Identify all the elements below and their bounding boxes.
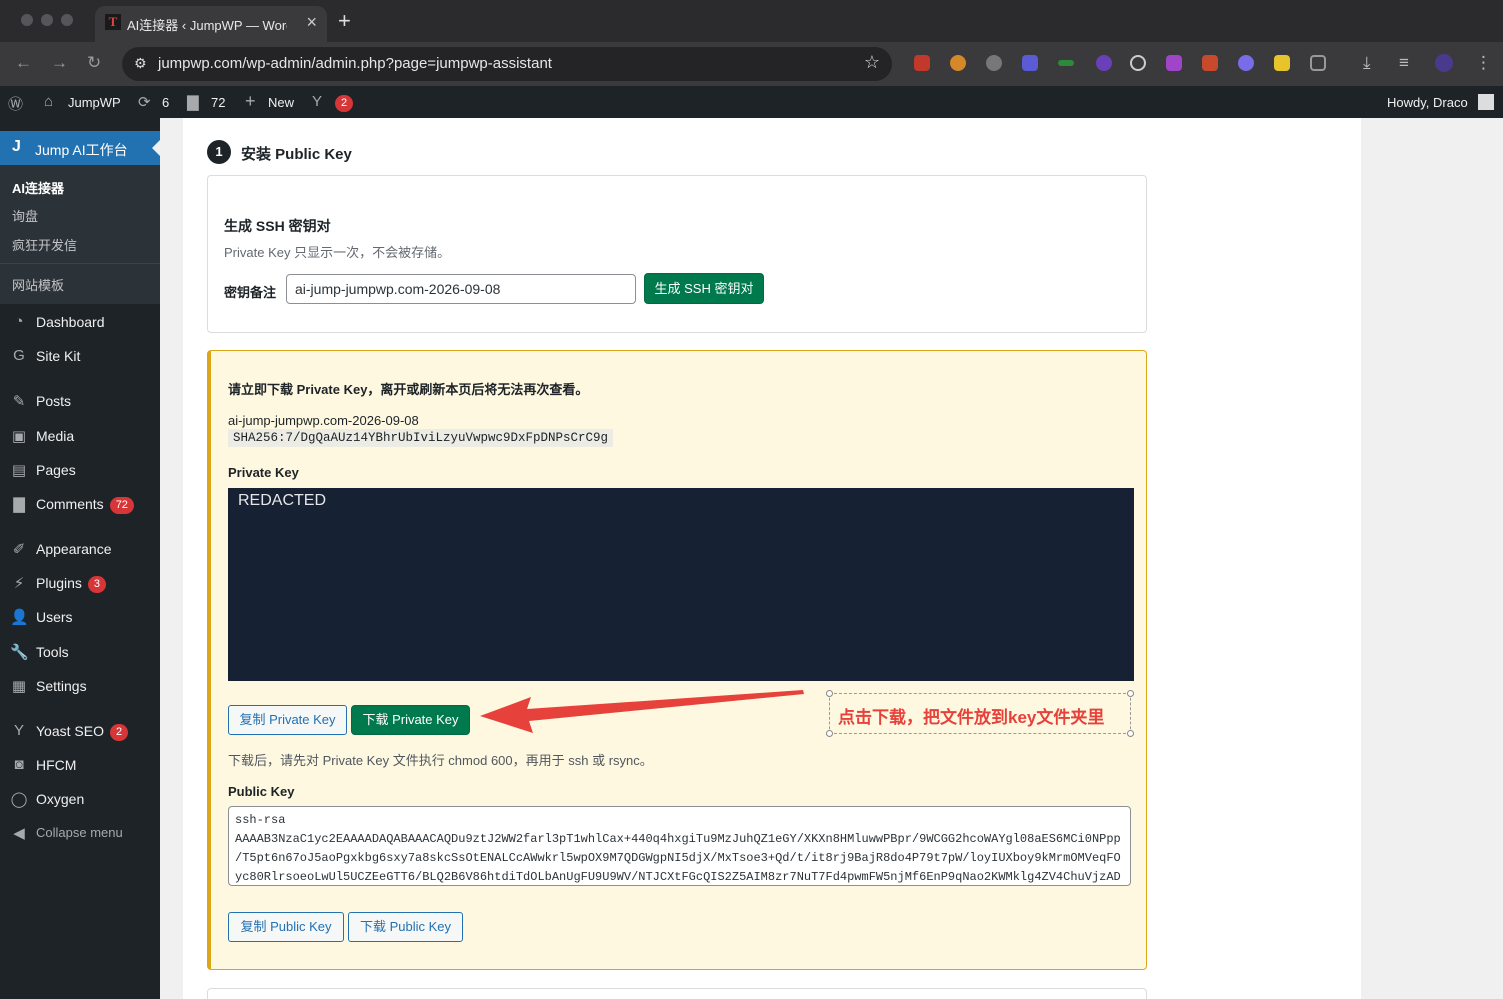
annotation-arrow: [480, 690, 804, 733]
annotation-text: 点击下载，把文件放到key文件夹里: [838, 708, 1105, 727]
